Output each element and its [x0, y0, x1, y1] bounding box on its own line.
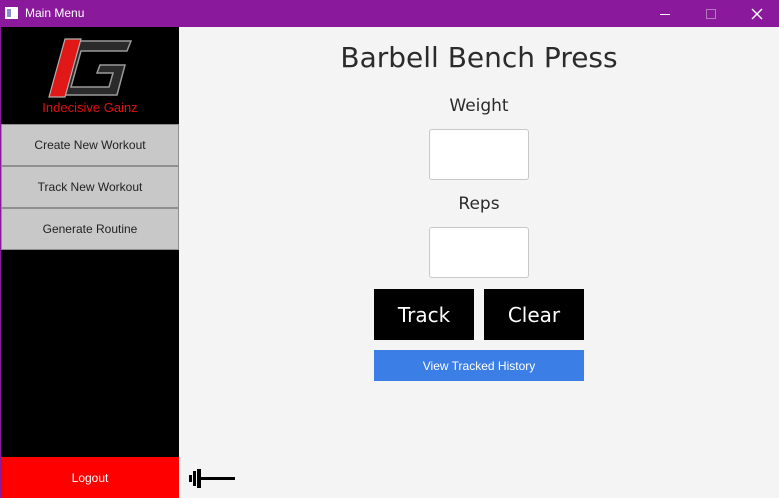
logout-button[interactable]: Logout — [1, 457, 179, 498]
minimize-button[interactable] — [642, 1, 688, 27]
app-icon — [5, 7, 18, 19]
ig-logo-icon — [48, 38, 133, 98]
generate-routine-button[interactable]: Generate Routine — [1, 208, 179, 250]
barbell-icon — [189, 469, 235, 488]
app-window: Main Menu Indecisive Gainz Create New Wo… — [0, 0, 779, 498]
brand-name: Indecisive Gainz — [42, 100, 138, 115]
close-icon — [751, 8, 763, 20]
clear-button[interactable]: Clear — [484, 289, 584, 340]
weight-input[interactable] — [429, 129, 529, 180]
sidebar: Indecisive Gainz Create New Workout Trac… — [1, 27, 179, 498]
reps-label: Reps — [458, 194, 500, 214]
track-button[interactable]: Track — [374, 289, 474, 340]
close-button[interactable] — [734, 1, 779, 27]
create-workout-button[interactable]: Create New Workout — [1, 124, 179, 166]
weight-label: Weight — [449, 96, 509, 116]
main-panel: Barbell Bench Press Weight Reps Track Cl… — [179, 27, 779, 498]
window-title: Main Menu — [25, 6, 85, 20]
title-bar[interactable]: Main Menu — [1, 1, 779, 27]
view-history-button[interactable]: View Tracked History — [374, 350, 584, 381]
minimize-icon — [660, 13, 670, 15]
exercise-title: Barbell Bench Press — [340, 41, 618, 74]
track-workout-button[interactable]: Track New Workout — [1, 166, 179, 208]
maximize-button[interactable] — [688, 1, 734, 27]
maximize-icon — [706, 9, 716, 19]
reps-input[interactable] — [429, 227, 529, 278]
